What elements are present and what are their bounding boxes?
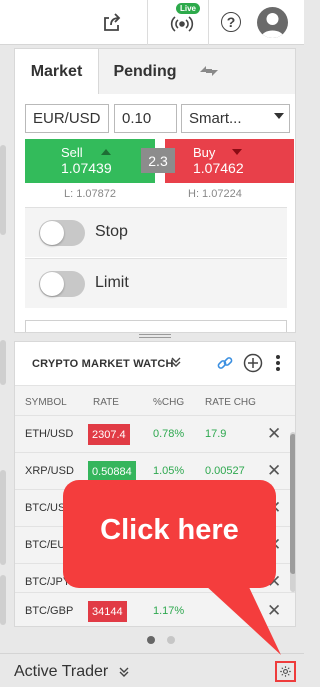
callout-text: Click here <box>100 514 239 546</box>
